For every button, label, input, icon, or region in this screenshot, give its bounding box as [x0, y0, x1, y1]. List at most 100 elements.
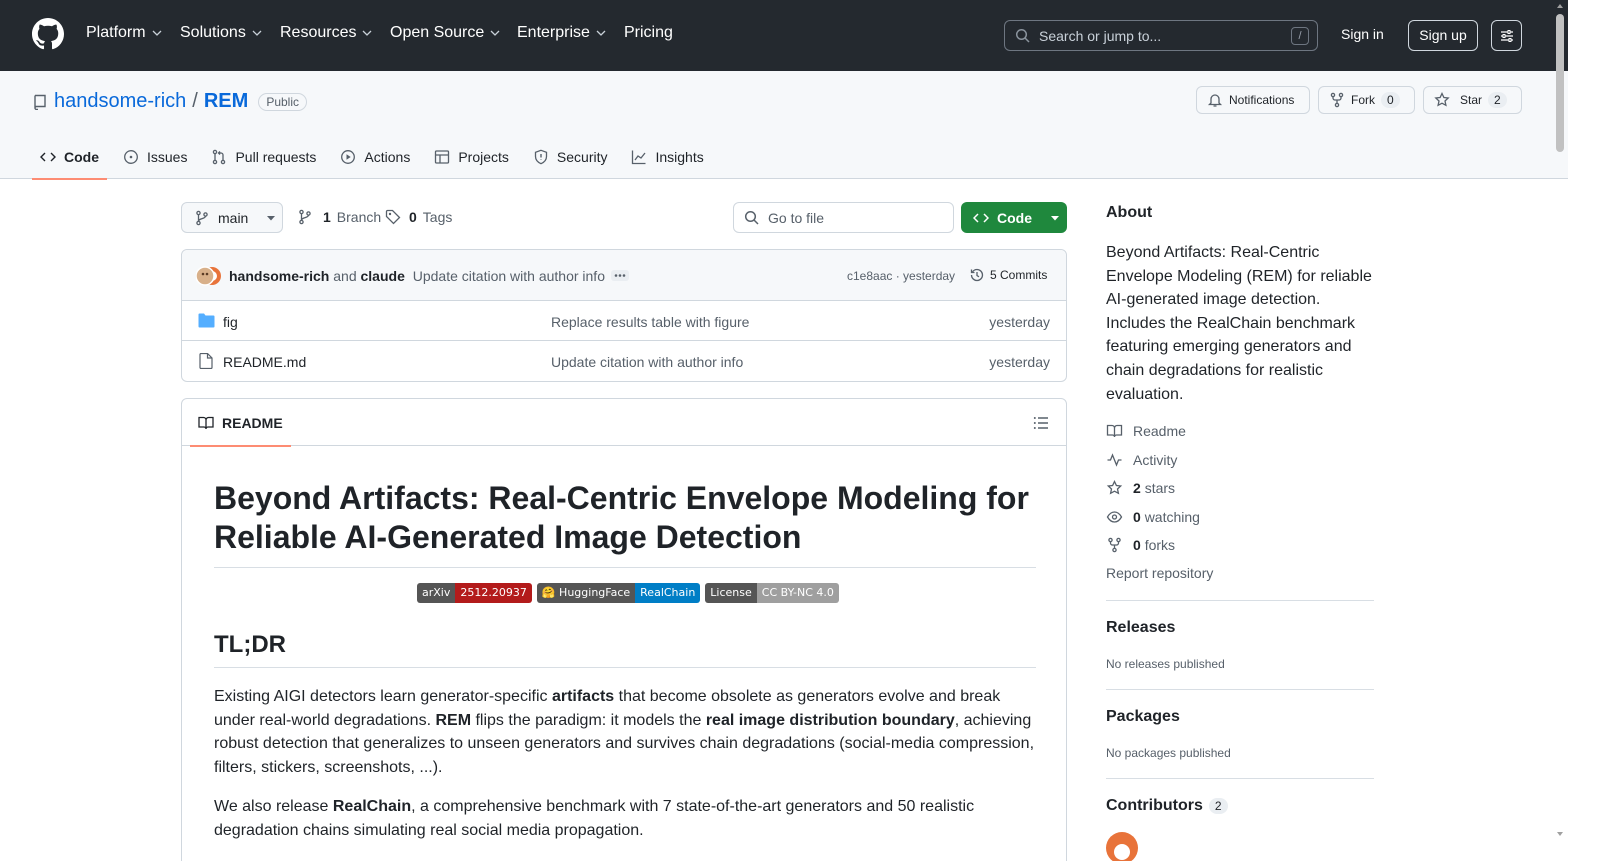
tab-issues[interactable]: Issues	[115, 135, 195, 179]
readme-title: Beyond Artifacts: Real-Centric Envelope …	[214, 479, 1036, 568]
readme-tab-label: README	[222, 414, 283, 431]
avatar[interactable]	[196, 266, 222, 286]
folder-icon	[198, 313, 215, 328]
commit-message-link[interactable]: Update citation with author info	[413, 268, 605, 284]
sidebar-divider	[1106, 600, 1374, 601]
file-row-readme[interactable]: README.md Update citation with author in…	[182, 341, 1066, 381]
readme-link-label: Readme	[1133, 423, 1186, 439]
play-icon	[341, 150, 356, 164]
badge-value: CC BY-NC 4.0	[756, 583, 839, 603]
pull-request-icon	[213, 149, 226, 165]
star-button[interactable]: Star 2	[1423, 86, 1522, 114]
badge-label: arXiv	[417, 583, 456, 603]
file-commit-time: yesterday	[989, 354, 1050, 370]
huggingface-badge[interactable]: 🤗 HuggingFace RealChain	[536, 583, 701, 603]
table-icon	[435, 150, 450, 164]
branches-link[interactable]: 1 Branch	[297, 209, 381, 225]
file-row-fig[interactable]: fig Replace results table with figure ye…	[182, 301, 1066, 341]
scroll-up-arrow-icon[interactable]	[1556, 2, 1564, 10]
file-name-link[interactable]: fig	[223, 314, 238, 330]
nav-pricing[interactable]: Pricing	[624, 24, 673, 42]
tags-link[interactable]: 0 Tags	[385, 209, 452, 225]
outline-button[interactable]	[1033, 415, 1049, 431]
tab-code[interactable]: Code	[32, 135, 107, 180]
avatar[interactable]	[1106, 832, 1138, 861]
tab-insights[interactable]: Insights	[623, 135, 711, 179]
nav-open-source[interactable]: Open Source	[390, 24, 500, 42]
stars-link[interactable]: 2 stars	[1106, 480, 1175, 496]
badge-label: License	[705, 583, 757, 603]
go-to-file-placeholder: Go to file	[768, 209, 825, 226]
badge-row: arXiv 2512.20937 🤗 HuggingFace RealChain…	[417, 583, 839, 603]
code-dropdown-button[interactable]: Code	[961, 202, 1067, 233]
scrollbar-thumb[interactable]	[1556, 14, 1564, 152]
packages-empty-text: No packages published	[1106, 746, 1231, 760]
book-icon	[1106, 424, 1123, 438]
global-header: Platform Solutions Resources Open Source…	[0, 0, 1568, 71]
search-icon	[744, 210, 759, 225]
bold-span: REM	[435, 711, 472, 729]
commit-coauthor-link[interactable]: claude	[361, 268, 405, 284]
book-icon	[198, 416, 214, 429]
branch-icon	[299, 209, 311, 225]
packages-heading[interactable]: Packages	[1106, 708, 1374, 726]
search-icon	[1015, 28, 1030, 43]
commits-history-link[interactable]: 5 Commits	[969, 267, 1047, 283]
latest-commit-row: handsome-rich and claude Update citation…	[182, 250, 1066, 301]
bold-span: real image distribution boundary	[705, 711, 955, 729]
nav-solutions[interactable]: Solutions	[180, 24, 262, 42]
settings-menu-button[interactable]	[1491, 20, 1522, 51]
readme-tab[interactable]: README	[190, 399, 291, 447]
notifications-button[interactable]: Notifications	[1196, 86, 1310, 114]
nav-platform[interactable]: Platform	[86, 24, 162, 42]
nav-enterprise[interactable]: Enterprise	[517, 24, 606, 42]
caret-down-icon	[267, 215, 276, 220]
fork-button[interactable]: Fork 0	[1318, 86, 1415, 114]
expand-commit-message-button[interactable]	[611, 270, 629, 281]
repo-owner-link[interactable]: handsome-rich	[54, 90, 186, 113]
tab-security[interactable]: Security	[525, 135, 616, 179]
repo-name-link[interactable]: REM	[204, 90, 248, 113]
badge-label: 🤗 HuggingFace	[536, 583, 636, 603]
branch-select-button[interactable]: main	[181, 202, 283, 233]
releases-heading[interactable]: Releases	[1106, 619, 1374, 637]
nav-resources[interactable]: Resources	[280, 24, 372, 42]
fork-count: 0	[1381, 92, 1400, 108]
arxiv-badge[interactable]: arXiv 2512.20937	[417, 583, 532, 603]
scrollbar-track[interactable]	[1568, 0, 1600, 861]
license-badge[interactable]: License CC BY-NC 4.0	[705, 583, 839, 603]
stars-label: stars	[1144, 480, 1176, 496]
nav-open-source-label: Open Source	[390, 24, 485, 41]
tab-projects-label: Projects	[458, 149, 509, 165]
branch-name: main	[218, 209, 249, 226]
search-input[interactable]: Search or jump to... /	[1004, 20, 1318, 51]
commit-author-link[interactable]: handsome-rich	[229, 268, 329, 284]
fork-label: Fork	[1351, 93, 1375, 107]
readme-link[interactable]: Readme	[1106, 423, 1186, 439]
eye-icon	[1106, 511, 1123, 523]
text-span: flips the paradigm: it models the	[471, 711, 706, 729]
sign-in-link[interactable]: Sign in	[1341, 26, 1384, 42]
activity-link[interactable]: Activity	[1106, 452, 1177, 468]
file-name-link[interactable]: README.md	[223, 354, 306, 370]
watchers-link[interactable]: 0 watching	[1106, 509, 1200, 525]
fork-icon	[1108, 537, 1121, 553]
commit-hash-link[interactable]: c1e8aac · yesterday	[847, 269, 955, 283]
report-repository-link[interactable]: Report repository	[1106, 565, 1213, 581]
chevron-down-icon	[252, 30, 262, 36]
github-logo-icon[interactable]	[32, 18, 64, 50]
tab-pull-requests[interactable]: Pull requests	[203, 135, 324, 179]
go-to-file-input[interactable]: Go to file	[733, 202, 954, 233]
shield-icon	[534, 149, 548, 165]
bold-span: RealChain	[332, 798, 412, 815]
sign-up-button[interactable]: Sign up	[1408, 20, 1478, 51]
commit-and-text: and	[333, 268, 357, 284]
file-commit-message-link[interactable]: Replace results table with figure	[551, 314, 749, 330]
file-commit-message-link[interactable]: Update citation with author info	[551, 354, 743, 370]
tab-projects[interactable]: Projects	[426, 135, 517, 179]
forks-link[interactable]: 0 forks	[1106, 537, 1175, 553]
contributors-heading[interactable]: Contributors	[1106, 797, 1203, 815]
tab-actions[interactable]: Actions	[332, 135, 418, 179]
scroll-down-arrow-icon[interactable]	[1556, 830, 1564, 838]
readme-header: README	[182, 399, 1066, 447]
